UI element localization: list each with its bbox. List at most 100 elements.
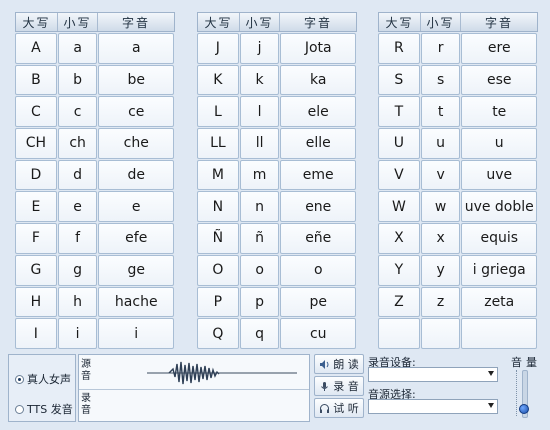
real-voice-radio[interactable] [15, 374, 24, 384]
letter-upper-cell[interactable]: M [197, 159, 239, 191]
letter-lower-cell[interactable] [420, 318, 461, 349]
letter-name-cell[interactable]: ere [461, 33, 537, 64]
letter-lower-cell[interactable]: f [57, 223, 98, 254]
letter-upper-cell[interactable]: N [197, 191, 239, 223]
letter-name-cell[interactable]: be [98, 64, 174, 96]
record-device-select[interactable] [368, 367, 498, 382]
letter-lower-cell[interactable]: q [239, 318, 280, 349]
letter-name-cell[interactable]: ce [98, 96, 174, 128]
letter-upper-cell[interactable]: LL [197, 128, 239, 159]
letter-lower-cell[interactable]: ch [57, 128, 98, 159]
letter-name-cell[interactable]: i [98, 318, 174, 349]
letter-upper-cell[interactable]: I [15, 318, 57, 349]
listen-button[interactable]: 试 听 [314, 398, 364, 418]
letter-name-cell[interactable]: i griega [461, 254, 537, 286]
letter-lower-cell[interactable]: s [420, 64, 461, 96]
letter-upper-cell[interactable]: Z [378, 286, 420, 318]
letter-name-cell[interactable]: ele [280, 96, 356, 128]
letter-lower-cell[interactable]: p [239, 286, 280, 318]
letter-name-cell[interactable]: uve [461, 159, 537, 191]
letter-name-cell[interactable]: hache [98, 286, 174, 318]
letter-name-cell[interactable]: uve doble [461, 191, 537, 223]
letter-upper-cell[interactable]: D [15, 159, 57, 191]
letter-name-cell[interactable]: che [98, 128, 174, 159]
letter-lower-cell[interactable]: c [57, 96, 98, 128]
letter-upper-cell[interactable]: J [197, 33, 239, 64]
letter-upper-cell[interactable]: U [378, 128, 420, 159]
read-button[interactable]: 朗 读 [314, 354, 364, 374]
letter-name-cell[interactable]: equis [461, 223, 537, 254]
letter-lower-cell[interactable]: d [57, 159, 98, 191]
letter-lower-cell[interactable]: h [57, 286, 98, 318]
letter-upper-cell[interactable]: G [15, 254, 57, 286]
letter-lower-cell[interactable]: n [239, 191, 280, 223]
letter-upper-cell[interactable]: Q [197, 318, 239, 349]
letter-name-cell[interactable]: zeta [461, 286, 537, 318]
letter-name-cell[interactable]: eme [280, 159, 356, 191]
letter-name-cell[interactable]: te [461, 96, 537, 128]
letter-upper-cell[interactable]: B [15, 64, 57, 96]
letter-lower-cell[interactable]: k [239, 64, 280, 96]
letter-upper-cell[interactable] [378, 318, 420, 349]
letter-lower-cell[interactable]: ll [239, 128, 280, 159]
letter-lower-cell[interactable]: ñ [239, 223, 280, 254]
letter-lower-cell[interactable]: z [420, 286, 461, 318]
letter-name-cell[interactable]: ene [280, 191, 356, 223]
letter-upper-cell[interactable]: CH [15, 128, 57, 159]
letter-lower-cell[interactable]: r [420, 33, 461, 64]
letter-lower-cell[interactable]: i [57, 318, 98, 349]
letter-name-cell[interactable]: cu [280, 318, 356, 349]
letter-name-cell[interactable] [461, 318, 537, 349]
letter-name-cell[interactable]: efe [98, 223, 174, 254]
letter-upper-cell[interactable]: Ñ [197, 223, 239, 254]
letter-name-cell[interactable]: de [98, 159, 174, 191]
letter-upper-cell[interactable]: P [197, 286, 239, 318]
audio-source-select[interactable] [368, 399, 498, 414]
letter-lower-cell[interactable]: b [57, 64, 98, 96]
letter-lower-cell[interactable]: t [420, 96, 461, 128]
letter-name-cell[interactable]: eñe [280, 223, 356, 254]
letter-upper-cell[interactable]: H [15, 286, 57, 318]
tts-voice-radio[interactable] [15, 404, 24, 414]
letter-lower-cell[interactable]: u [420, 128, 461, 159]
letter-upper-cell[interactable]: L [197, 96, 239, 128]
letter-lower-cell[interactable]: e [57, 191, 98, 223]
letter-lower-cell[interactable]: v [420, 159, 461, 191]
letter-lower-cell[interactable]: w [420, 191, 461, 223]
letter-name-cell[interactable]: e [98, 191, 174, 223]
letter-upper-cell[interactable]: A [15, 33, 57, 64]
letter-name-cell[interactable]: u [461, 128, 537, 159]
letter-lower-cell[interactable]: a [57, 33, 98, 64]
letter-upper-cell[interactable]: R [378, 33, 420, 64]
letter-name-cell[interactable]: Jota [280, 33, 356, 64]
letter-name-cell[interactable]: ka [280, 64, 356, 96]
letter-name-cell[interactable]: o [280, 254, 356, 286]
letter-upper-cell[interactable]: S [378, 64, 420, 96]
letter-lower-cell[interactable]: y [420, 254, 461, 286]
letter-row: Rr ere [378, 32, 538, 64]
record-button[interactable]: 录 音 [314, 376, 364, 396]
letter-lower-cell[interactable]: g [57, 254, 98, 286]
tts-voice-option[interactable]: TTS 发音 [15, 401, 73, 417]
letter-upper-cell[interactable]: X [378, 223, 420, 254]
letter-upper-cell[interactable]: E [15, 191, 57, 223]
letter-upper-cell[interactable]: K [197, 64, 239, 96]
letter-lower-cell[interactable]: j [239, 33, 280, 64]
letter-name-cell[interactable]: a [98, 33, 174, 64]
letter-lower-cell[interactable]: l [239, 96, 280, 128]
letter-upper-cell[interactable]: W [378, 191, 420, 223]
letter-lower-cell[interactable]: x [420, 223, 461, 254]
letter-upper-cell[interactable]: Y [378, 254, 420, 286]
letter-name-cell[interactable]: ge [98, 254, 174, 286]
letter-upper-cell[interactable]: V [378, 159, 420, 191]
letter-upper-cell[interactable]: C [15, 96, 57, 128]
letter-upper-cell[interactable]: T [378, 96, 420, 128]
letter-upper-cell[interactable]: O [197, 254, 239, 286]
letter-lower-cell[interactable]: m [239, 159, 280, 191]
letter-name-cell[interactable]: ese [461, 64, 537, 96]
letter-name-cell[interactable]: elle [280, 128, 356, 159]
letter-lower-cell[interactable]: o [239, 254, 280, 286]
letter-name-cell[interactable]: pe [280, 286, 356, 318]
letter-upper-cell[interactable]: F [15, 223, 57, 254]
real-voice-option[interactable]: 真人女声 [15, 371, 71, 387]
